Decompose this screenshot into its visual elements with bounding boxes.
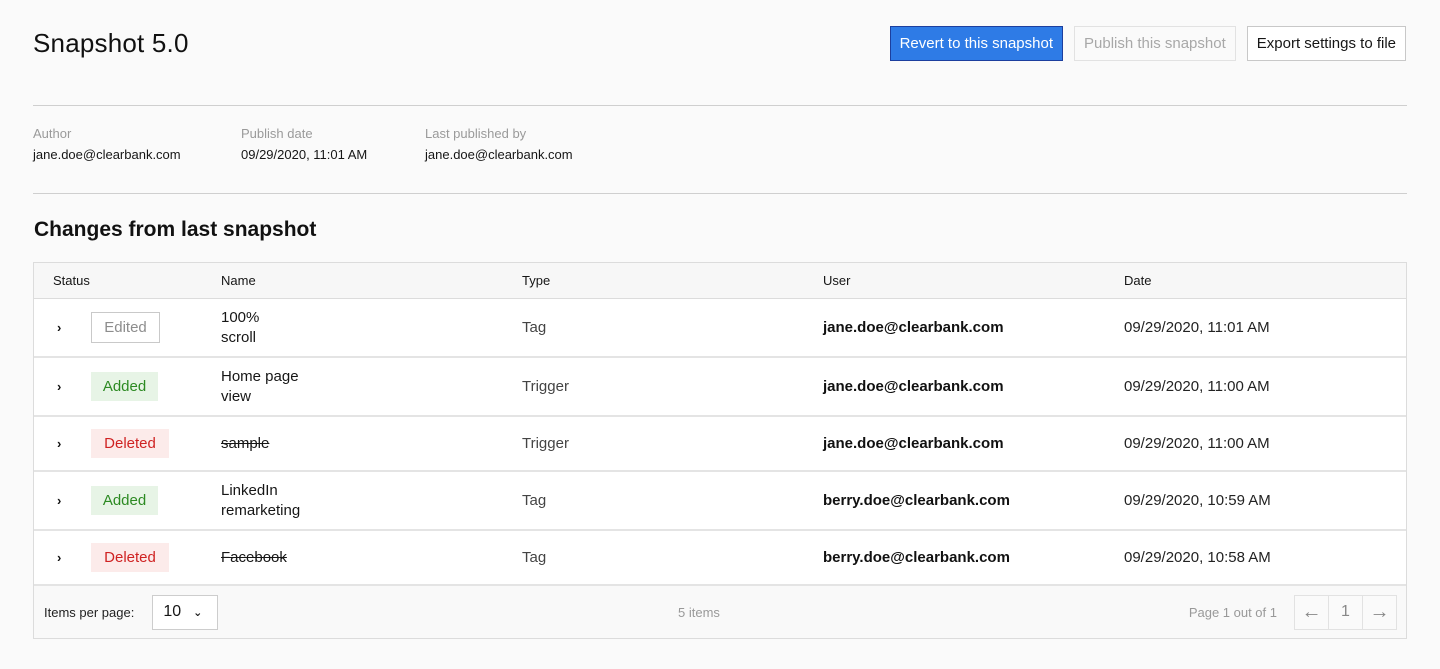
meta-author: Author jane.doe@clearbank.com (33, 126, 241, 163)
meta-value: jane.doe@clearbank.com (33, 147, 181, 162)
row-type: Tag (522, 549, 547, 566)
row-date: 09/29/2020, 11:01 AM (1124, 319, 1270, 336)
status-badge: Deleted (91, 429, 169, 458)
table-row[interactable]: › Added LinkedIn remarketing Tag berry.d… (34, 472, 1406, 531)
status-badge: Added (91, 486, 158, 515)
expand-chevron-icon[interactable]: › (57, 379, 69, 394)
publish-snapshot-button[interactable]: Publish this snapshot (1074, 26, 1236, 61)
table-row[interactable]: › Deleted Facebook Tag berry.doe@clearba… (34, 531, 1406, 586)
row-name: LinkedIn remarketing (221, 481, 301, 519)
current-page-button[interactable]: 1 (1328, 594, 1363, 630)
status-badge: Added (91, 372, 158, 401)
expand-chevron-icon[interactable]: › (57, 550, 69, 565)
meta-label: Publish date (241, 126, 313, 141)
column-header-status[interactable]: Status (34, 273, 221, 288)
chevron-down-icon: ⌄ (193, 606, 203, 619)
items-per-page-select[interactable]: 10 ⌄ (152, 594, 219, 630)
items-per-page-label: Items per page: (44, 604, 135, 620)
expand-chevron-icon[interactable]: › (57, 493, 69, 508)
row-user: berry.doe@clearbank.com (823, 549, 1010, 566)
items-count: 5 items (678, 604, 720, 620)
row-date: 09/29/2020, 11:00 AM (1124, 435, 1270, 452)
table-row[interactable]: › Deleted sample Trigger jane.doe@clearb… (34, 417, 1406, 472)
header-actions: Revert to this snapshot Publish this sna… (889, 26, 1406, 61)
row-user: jane.doe@clearbank.com (823, 435, 1004, 452)
row-type: Trigger (522, 435, 569, 452)
expand-chevron-icon[interactable]: › (57, 320, 69, 335)
column-header-user[interactable]: User (823, 273, 1124, 288)
divider (33, 105, 1407, 106)
changes-table: Status Name Type User Date › Edited 100%… (33, 262, 1407, 639)
meta-label: Last published by (425, 126, 527, 141)
prev-page-button[interactable]: ← (1294, 594, 1329, 630)
row-user: jane.doe@clearbank.com (823, 378, 1004, 395)
expand-chevron-icon[interactable]: › (57, 436, 69, 451)
row-date: 09/29/2020, 11:00 AM (1124, 378, 1270, 395)
row-user: berry.doe@clearbank.com (823, 492, 1010, 509)
items-per-page-value: 10 (163, 603, 182, 620)
arrow-left-icon: ← (1301, 600, 1322, 623)
divider (33, 193, 1407, 194)
row-date: 09/29/2020, 10:59 AM (1124, 492, 1271, 509)
row-user: jane.doe@clearbank.com (823, 319, 1004, 336)
row-name: 100% scroll (221, 308, 260, 346)
meta-value: jane.doe@clearbank.com (425, 147, 573, 162)
pagination: Page 1 out of 1 ← 1 → (1188, 594, 1397, 630)
column-header-date[interactable]: Date (1124, 273, 1406, 288)
column-header-name[interactable]: Name (221, 273, 522, 288)
next-page-button[interactable]: → (1362, 594, 1397, 630)
row-name: Home page view (221, 367, 299, 405)
status-badge: Edited (91, 312, 160, 343)
meta-last-published-by: Last published by jane.doe@clearbank.com (425, 126, 573, 163)
meta-value: 09/29/2020, 11:01 AM (241, 147, 368, 162)
arrow-right-icon: → (1369, 600, 1390, 623)
table-row[interactable]: › Added Home page view Trigger jane.doe@… (34, 358, 1406, 417)
snapshot-meta: Author jane.doe@clearbank.com Publish da… (33, 126, 573, 163)
row-date: 09/29/2020, 10:58 AM (1124, 549, 1271, 566)
page-title: Snapshot 5.0 (33, 28, 189, 58)
status-badge: Deleted (91, 543, 169, 572)
table-row[interactable]: › Edited 100% scroll Tag jane.doe@clearb… (34, 299, 1406, 358)
table-footer: Items per page: 10 ⌄ 5 items Page 1 out … (34, 586, 1406, 638)
row-type: Trigger (522, 378, 569, 395)
table-header: Status Name Type User Date (34, 263, 1406, 299)
row-type: Tag (522, 319, 547, 336)
row-type: Tag (522, 492, 547, 509)
column-header-type[interactable]: Type (522, 273, 823, 288)
page-status: Page 1 out of 1 (1188, 604, 1277, 620)
meta-publish-date: Publish date 09/29/2020, 11:01 AM (241, 126, 425, 163)
row-name: Facebook (221, 548, 287, 566)
meta-label: Author (33, 126, 72, 141)
section-title: Changes from last snapshot (34, 218, 317, 241)
row-name: sample (221, 434, 270, 452)
export-settings-button[interactable]: Export settings to file (1246, 26, 1406, 61)
revert-snapshot-button[interactable]: Revert to this snapshot (889, 26, 1063, 61)
